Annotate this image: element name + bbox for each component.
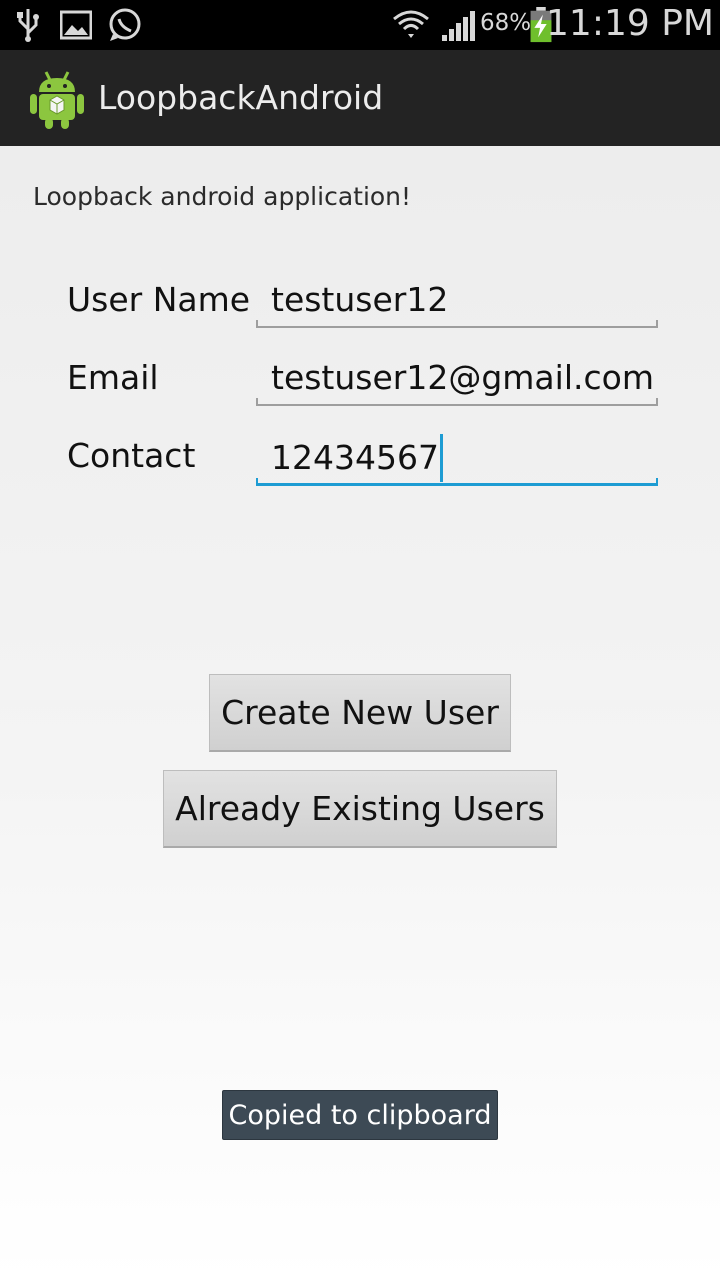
create-new-user-button[interactable]: Create New User — [209, 674, 511, 752]
username-field[interactable]: testuser12 — [256, 272, 658, 328]
action-bar: LoopbackAndroid — [0, 50, 720, 146]
status-bar: 68% 11:19 PM — [0, 0, 720, 50]
contact-label: Contact — [67, 436, 196, 475]
username-value: testuser12 — [271, 280, 449, 319]
text-cursor — [439, 433, 443, 482]
battery-percent: 68% — [480, 10, 532, 36]
contact-value: 12434567 — [271, 438, 439, 477]
image-icon — [60, 10, 92, 40]
email-label: Email — [67, 358, 159, 397]
signal-icon — [442, 11, 475, 41]
usb-icon — [17, 9, 39, 42]
contact-field[interactable]: 12434567 — [256, 430, 658, 486]
email-value: testuser12@gmail.com — [271, 358, 654, 397]
whatsapp-icon — [109, 8, 141, 41]
username-label: User Name — [67, 280, 251, 319]
wifi-icon — [393, 10, 429, 38]
clock: 11:19 PM — [546, 3, 714, 44]
already-existing-users-button[interactable]: Already Existing Users — [163, 770, 557, 848]
app-title: LoopbackAndroid — [98, 78, 384, 117]
email-field[interactable]: testuser12@gmail.com — [256, 350, 658, 406]
android-icon[interactable] — [28, 68, 86, 130]
toast-message: Copied to clipboard — [222, 1090, 498, 1140]
intro-text: Loopback android application! — [33, 182, 412, 211]
